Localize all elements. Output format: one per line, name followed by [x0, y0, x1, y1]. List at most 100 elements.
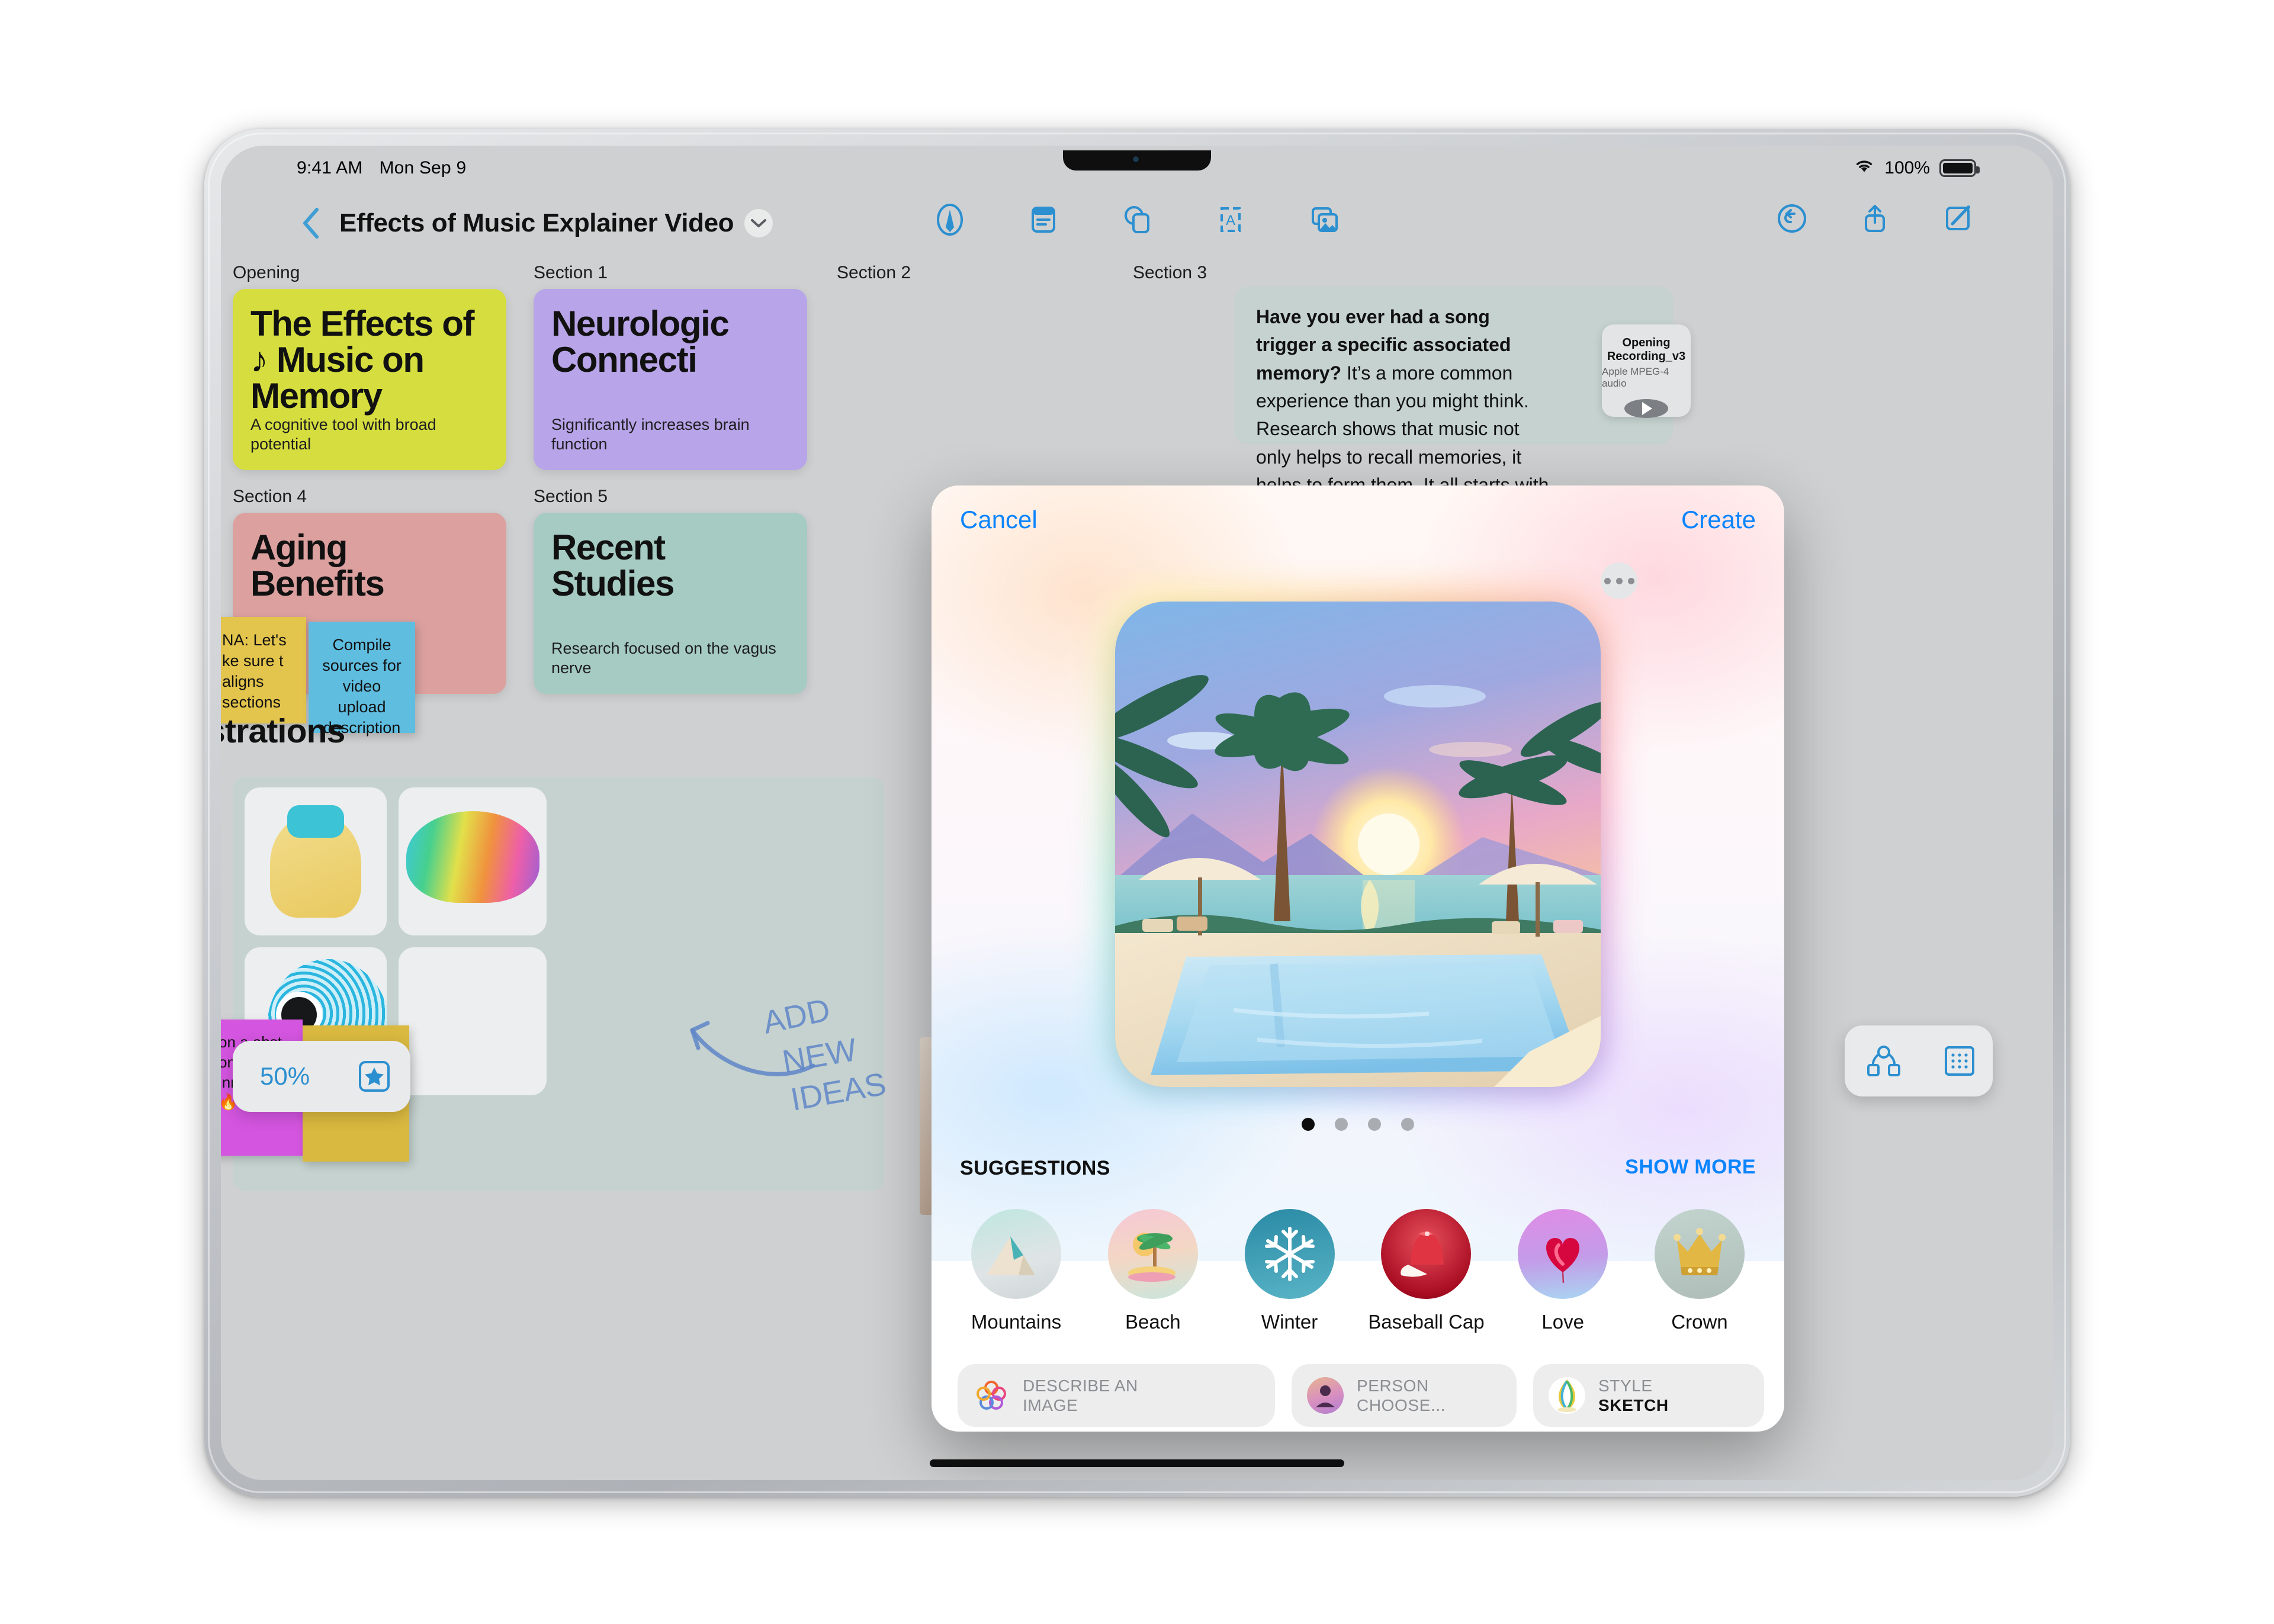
- ellipsis-dot: [1627, 577, 1634, 584]
- card-subtitle: Research focused on the vagus nerve: [551, 639, 776, 677]
- card-title: Aging Benefits: [250, 528, 385, 604]
- field-key: STYLE: [1598, 1376, 1653, 1395]
- person-icon: [1307, 1377, 1344, 1414]
- compose-icon[interactable]: [1941, 201, 1975, 236]
- suggestion-beach[interactable]: Beach: [1097, 1209, 1209, 1333]
- page-title: Effects of Music Explainer Video: [339, 208, 734, 237]
- back-button[interactable]: [298, 205, 325, 242]
- cancel-button[interactable]: Cancel: [960, 506, 1038, 534]
- audio-clip-name: Opening Recording_v3: [1607, 336, 1686, 363]
- field-text: STYLE SKETCH: [1598, 1376, 1669, 1415]
- suggestion-love[interactable]: Love: [1507, 1209, 1619, 1333]
- suggestion-label: Baseball Cap: [1368, 1311, 1485, 1333]
- generated-image-wrapper: [1100, 562, 1637, 1102]
- dialog-header: Cancel Create: [932, 485, 1784, 568]
- illustration-tile[interactable]: [399, 947, 547, 1095]
- chevron-down-icon[interactable]: [744, 209, 773, 237]
- palm-island-icon: [1107, 1209, 1198, 1299]
- pen-tool-icon[interactable]: [932, 201, 968, 238]
- field-key: DESCRIBE AN: [1023, 1376, 1138, 1395]
- grid-icon[interactable]: [1923, 1044, 1996, 1078]
- illustration-tile[interactable]: [245, 787, 387, 935]
- sticky-note[interactable]: NA: Let's ke sure t aligns sections: [221, 617, 306, 723]
- board-card-opening[interactable]: The Effects of ♪ Music on Memory A cogni…: [233, 289, 506, 470]
- field-text: PERSON CHOOSE...: [1357, 1376, 1446, 1415]
- heart-balloon-icon: [1518, 1209, 1608, 1299]
- shapes-icon[interactable]: [1119, 201, 1155, 238]
- battery-icon: [1939, 159, 1980, 177]
- mountain-icon: [971, 1209, 1061, 1299]
- canvas-tool-pill[interactable]: [1845, 1025, 1993, 1096]
- status-bar-left: 9:41 AM Mon Sep 9: [297, 146, 466, 191]
- crown-icon: [1654, 1209, 1745, 1299]
- show-more-button[interactable]: SHOW MORE: [1625, 1156, 1756, 1179]
- style-swatch-icon: [1549, 1377, 1585, 1414]
- image-playground-dialog: Cancel Create SUGGESTIONS SHOW MORE Moun…: [932, 485, 1784, 1432]
- style-field[interactable]: STYLE SKETCH: [1533, 1364, 1764, 1427]
- card-title: The Effects of ♪ Music on Memory: [250, 304, 475, 416]
- field-value: IMAGE: [1023, 1396, 1078, 1414]
- generated-image[interactable]: [1115, 602, 1601, 1087]
- ellipsis-dot: [1604, 577, 1611, 584]
- ellipsis-dot: [1615, 577, 1623, 584]
- play-icon[interactable]: [1624, 399, 1668, 418]
- field-value: SKETCH: [1598, 1396, 1669, 1414]
- section-label: Section 2: [837, 263, 911, 282]
- person-field[interactable]: PERSON CHOOSE...: [1292, 1364, 1517, 1427]
- page-dot[interactable]: [1368, 1118, 1381, 1131]
- undo-icon[interactable]: [1775, 201, 1809, 236]
- card-title: Recent Studies: [551, 528, 675, 604]
- suggestions-list: Mountains Beach Winter Baseball Cap Love…: [960, 1209, 1756, 1333]
- suggestion-winter[interactable]: Winter: [1234, 1209, 1346, 1333]
- share-icon[interactable]: [1858, 201, 1892, 236]
- front-camera-icon: [1132, 155, 1140, 163]
- card-subtitle: A cognitive tool with broad potential: [250, 415, 436, 454]
- svg-text:A: A: [1226, 213, 1235, 229]
- board-card-section5[interactable]: Recent Studies Research focused on the v…: [534, 513, 807, 694]
- status-bar: 9:41 AM Mon Sep 9 100%: [221, 146, 2053, 191]
- suggestion-baseball-cap[interactable]: Baseball Cap: [1368, 1209, 1485, 1333]
- zoom-level[interactable]: 50%: [233, 1062, 337, 1091]
- illustration-tile[interactable]: [399, 787, 547, 935]
- status-time: 9:41 AM: [297, 158, 363, 178]
- document-title-group[interactable]: Effects of Music Explainer Video: [339, 208, 773, 238]
- star-in-square-icon[interactable]: [337, 1059, 412, 1094]
- chevron-left-icon: [303, 208, 319, 239]
- ellipsis-icon[interactable]: [1601, 562, 1637, 599]
- page-dot-active[interactable]: [1302, 1118, 1315, 1131]
- app-toolbar: Effects of Music Explainer Video A: [221, 191, 2053, 256]
- field-value: CHOOSE...: [1357, 1396, 1446, 1414]
- suggestions-header: SUGGESTIONS SHOW MORE: [960, 1155, 1756, 1190]
- zoom-pill[interactable]: 50%: [233, 1041, 410, 1112]
- section-label: Opening: [233, 263, 300, 282]
- create-button[interactable]: Create: [1681, 506, 1756, 534]
- section-label: Section 4: [233, 487, 307, 506]
- photo-stack-icon[interactable]: [1306, 201, 1342, 238]
- suggestion-mountains[interactable]: Mountains: [960, 1209, 1072, 1333]
- sparkle-flower-icon: [973, 1377, 1010, 1414]
- card-title: Neurologic Connecti: [551, 304, 730, 380]
- page-dots[interactable]: [1302, 1118, 1414, 1131]
- text-box-icon[interactable]: [1025, 201, 1062, 238]
- snowflake-icon: [1244, 1209, 1335, 1299]
- home-indicator[interactable]: [930, 1459, 1344, 1467]
- page-dot[interactable]: [1401, 1118, 1414, 1131]
- ipad-device-frame: 9:41 AM Mon Sep 9 100% Effects of Music …: [204, 129, 2070, 1497]
- suggestion-label: Love: [1541, 1311, 1584, 1333]
- audio-clip-chip[interactable]: Opening Recording_v3 Apple MPEG-4 audio: [1602, 324, 1691, 418]
- board-card-section1[interactable]: Neurologic Connecti Significantly increa…: [534, 289, 807, 470]
- scan-text-icon[interactable]: A: [1212, 201, 1249, 238]
- ipad-screen: 9:41 AM Mon Sep 9 100% Effects of Music …: [221, 146, 2053, 1480]
- wifi-icon: [1854, 157, 1875, 179]
- suggestion-crown[interactable]: Crown: [1643, 1209, 1756, 1333]
- describe-an-image-field[interactable]: DESCRIBE AN IMAGE: [958, 1364, 1275, 1427]
- connector-nodes-icon[interactable]: [1845, 1044, 1923, 1078]
- audio-clip-format: Apple MPEG-4 audio: [1602, 366, 1669, 389]
- page-dot[interactable]: [1335, 1118, 1348, 1131]
- field-text: DESCRIBE AN IMAGE: [1023, 1376, 1138, 1415]
- section-label: Section 1: [534, 263, 608, 282]
- status-bar-right: 100%: [1854, 146, 1980, 191]
- baseball-cap-icon: [1381, 1209, 1472, 1299]
- dialog-fields: DESCRIBE AN IMAGE PERSON CHOOSE... STYLE…: [958, 1364, 1764, 1427]
- suggestions-title: SUGGESTIONS: [960, 1157, 1110, 1179]
